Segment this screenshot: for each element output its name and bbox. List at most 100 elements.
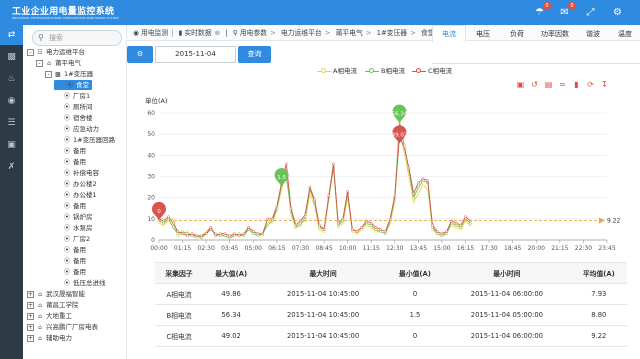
settings-gear-icon[interactable]: ⚙	[610, 5, 625, 20]
collapse-icon[interactable]: -	[45, 70, 52, 78]
eye-icon[interactable]: ◉	[0, 91, 23, 111]
tree-node[interactable]: + ⌂ 辅助电力	[27, 333, 72, 343]
table-cell: A相电流	[155, 283, 204, 305]
tree-node-label: 厂房1	[73, 92, 91, 100]
x-tick-label: 16:15	[457, 245, 474, 252]
table-cell: 2015-11-04 10:45:00	[259, 325, 387, 347]
tree-node[interactable]: ⦿ 厂房2	[54, 234, 90, 244]
tree-node[interactable]: - ▩ 1#变压器	[45, 69, 93, 79]
tree-node[interactable]: ⦿ 办公楼2	[54, 179, 97, 189]
tree-node[interactable]: - ⌂ 莆平电气	[36, 58, 81, 68]
breadcrumb-item[interactable]: 用电参数	[240, 29, 267, 37]
tab-0[interactable]: 电流	[432, 25, 466, 43]
device-icon[interactable]: ▣	[0, 135, 23, 155]
notification-bell-icon[interactable]: ☂ 0	[532, 2, 551, 20]
tree-node[interactable]: ⦿ 厕所间	[54, 102, 93, 112]
meter-icon: ⦿	[63, 269, 70, 276]
tree-node[interactable]: ⦿ 备用	[54, 267, 86, 277]
expand-icon[interactable]: +	[27, 290, 34, 298]
data-point	[459, 223, 463, 227]
tree-node[interactable]: + ⌂ 大地重工	[27, 311, 72, 321]
alarm-bell-icon[interactable]: ♨	[0, 69, 23, 89]
close-icon[interactable]: ⊗	[215, 29, 221, 37]
query-button[interactable]: 查询	[238, 46, 271, 63]
tree-node[interactable]: ⦿ 低压总进线	[54, 278, 106, 288]
breadcrumb-item[interactable]: 1#变压器	[377, 29, 407, 37]
table-cell: 7.93	[570, 283, 627, 305]
x-tick-label: 01:15	[174, 245, 191, 252]
data-point	[204, 232, 208, 235]
collapse-icon[interactable]: -	[27, 48, 34, 56]
tab-2[interactable]: 负荷	[500, 25, 534, 43]
bell-badge: 0	[543, 2, 551, 10]
data-point	[421, 177, 425, 180]
data-point	[412, 200, 416, 204]
wrench-icon[interactable]: ✗	[0, 157, 23, 177]
tree-node[interactable]: ⦿ 宿舍楼	[54, 113, 93, 123]
expand-icon[interactable]: +	[27, 312, 34, 320]
breadcrumb-item[interactable]: 电力运维平台	[281, 29, 322, 37]
expand-icon[interactable]: +	[27, 301, 34, 309]
tab-5[interactable]: 温度	[610, 25, 640, 43]
table-cell: 1.5	[386, 304, 444, 326]
x-tick-label: 02:30	[198, 245, 215, 252]
table-cell: 2015-11-04 06:00:00	[443, 325, 571, 347]
tree-node[interactable]: ⦿ 1#变压器回路	[54, 135, 115, 145]
fullscreen-icon[interactable]: ⤢	[583, 5, 598, 20]
table-cell: 0	[386, 283, 444, 305]
data-point	[185, 234, 189, 238]
tree-node[interactable]: ⦿ 食堂	[54, 80, 92, 90]
monitor-icon[interactable]: ▩	[0, 47, 23, 67]
data-point	[228, 234, 232, 238]
tree-node[interactable]: + ⌂ 兴高鹏广厂房电表	[27, 322, 98, 332]
report-icon[interactable]: ☰	[0, 113, 23, 133]
tree-node[interactable]: + ⌂ 武汉晟福智能	[27, 289, 85, 299]
table-cell: 8.80	[570, 304, 627, 326]
tree-node[interactable]: ⦿ 补偿电容	[54, 168, 99, 178]
tab-3[interactable]: 功率因数	[534, 25, 576, 43]
tree-node[interactable]: ⦿ 备用	[54, 146, 86, 156]
meter-icon: ⦿	[63, 247, 70, 254]
calendar-icon-button[interactable]: ⚙	[127, 46, 153, 63]
tab-4[interactable]: 谐波	[576, 25, 610, 43]
breadcrumb-item[interactable]: 用电监测	[141, 29, 168, 37]
table-row: A相电流 49.86 2015-11-04 10:45:00 0 2015-11-04 …	[155, 283, 627, 305]
date-input[interactable]: 2015-11-04	[155, 46, 236, 63]
tree-node[interactable]: ⦿ 应急动力	[54, 124, 99, 134]
tree-node[interactable]: ⦿ 锅炉房	[54, 212, 93, 222]
table-row: C相电流 49.02 2015-11-04 10:45:00 0 2015-11-04 …	[155, 325, 627, 347]
tree-search-input[interactable]: ⚲ 搜索	[32, 30, 122, 46]
tree-node[interactable]: ⦿ 备用	[54, 201, 86, 211]
tree-node[interactable]: ⦿ 办公楼1	[54, 190, 97, 200]
breadcrumb-item[interactable]: 实时数据	[184, 29, 211, 37]
tree-node[interactable]: ⦿ 备用	[54, 245, 86, 255]
column-header: 平均值(A)	[570, 262, 627, 284]
tree-node[interactable]: ⦿ 备用	[54, 256, 86, 266]
x-tick-label: 00:00	[150, 245, 167, 252]
data-point	[171, 225, 175, 229]
data-point	[360, 225, 364, 229]
tab-1[interactable]: 电压	[466, 25, 500, 43]
tree-node-label: 辅助电力	[46, 334, 72, 342]
tree-node[interactable]: ⦿ 水泵房	[54, 223, 93, 233]
x-tick-label: 17:30	[480, 245, 497, 252]
breadcrumb-item[interactable]: 莆平电气	[336, 29, 363, 37]
tree-node[interactable]: ⦿ 厂房1	[54, 91, 90, 101]
tree-node[interactable]: + ⌂ 莆昌工学院	[27, 300, 79, 310]
expand-icon[interactable]: +	[27, 323, 34, 331]
data-point	[384, 230, 387, 233]
device-tree-panel: ⚲ 搜索 - ☷ 电力运维平台 - ⌂ 莆平电气 - ▩ 1#变压器 ⦿ 食堂 ⦿ 厂房1 ⦿ 厕所间 ⦿ 宿舍…	[23, 25, 127, 359]
meter-icon: ⦿	[63, 137, 70, 144]
breadcrumb-separator: |	[171, 29, 174, 37]
collapse-icon[interactable]: -	[36, 59, 43, 67]
tree-node[interactable]: - ☷ 电力运维平台	[27, 47, 85, 57]
tree-node[interactable]: ⦿ 备用	[54, 157, 86, 167]
table-cell: 2015-11-04 10:45:00	[259, 283, 387, 305]
column-header: 采集因子	[155, 262, 204, 284]
menu-toggle-icon[interactable]: ⇄	[0, 25, 23, 45]
data-point	[303, 213, 307, 216]
expand-icon[interactable]: +	[27, 334, 34, 342]
meter-icon: ⦿	[63, 225, 70, 232]
main-content: ◉ 用电监测 | ▮ 实时数据 ⊗ | ⚲ 用电参数 > 电力运维平台 > 莆平电气 > 1#变…	[127, 25, 640, 359]
mail-icon[interactable]: ✉ 0	[557, 2, 576, 20]
